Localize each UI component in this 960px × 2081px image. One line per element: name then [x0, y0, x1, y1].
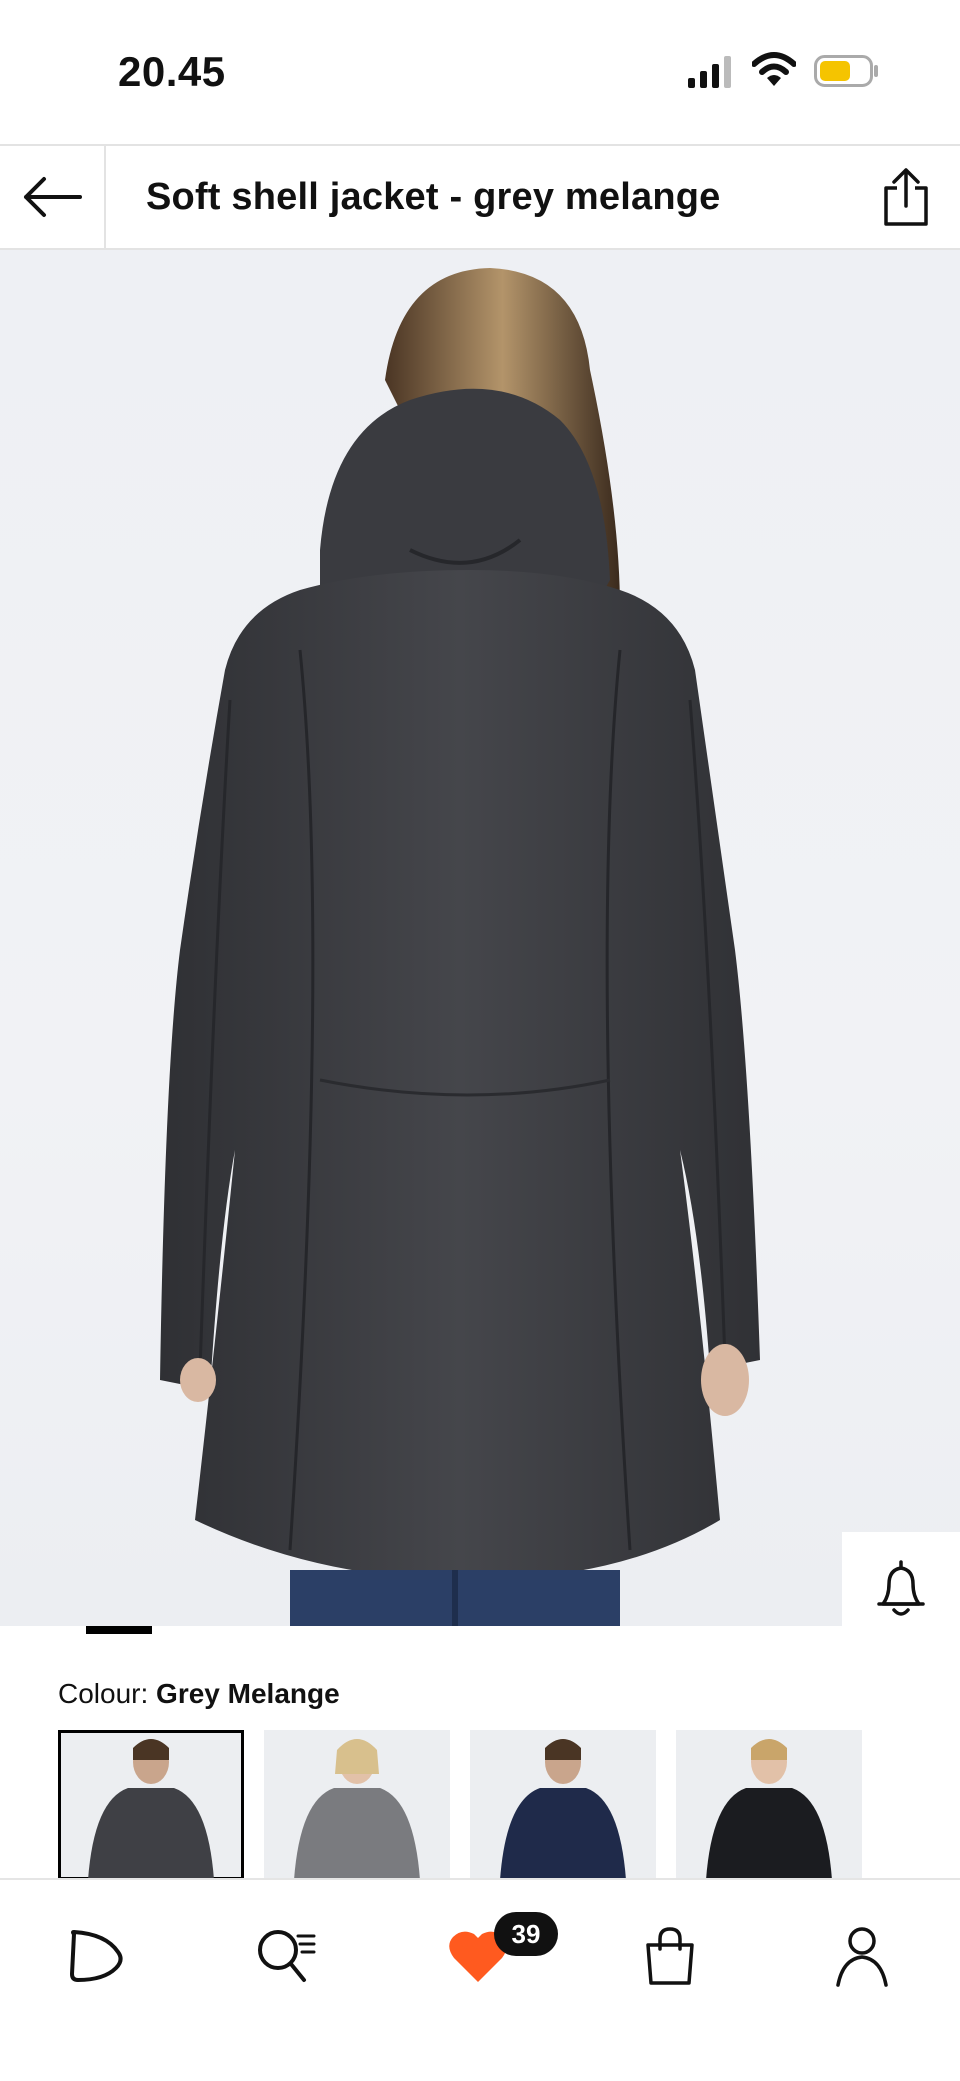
arrow-left-icon	[24, 177, 82, 217]
home-logo-icon	[70, 1930, 123, 1982]
swatch-light-grey[interactable]	[264, 1730, 450, 1880]
product-header: Soft shell jacket - grey melange	[0, 144, 960, 250]
stock-alert-button[interactable]	[842, 1532, 960, 1626]
swatch-grey-melange[interactable]	[58, 1730, 244, 1880]
nav-home[interactable]	[56, 1916, 136, 1996]
share-icon[interactable]	[880, 166, 932, 228]
status-time: 20.45	[118, 48, 226, 95]
swatch-image	[294, 1739, 420, 1880]
swatch-navy[interactable]	[470, 1730, 656, 1880]
carousel-progress-fill	[86, 1626, 152, 1634]
nav-profile[interactable]	[822, 1916, 902, 1996]
swatch-image	[500, 1739, 626, 1880]
image-carousel-progress	[86, 1626, 784, 1634]
favorites-count-badge: 39	[494, 1912, 558, 1956]
page-title: Soft shell jacket - grey melange	[146, 176, 721, 218]
colour-selector: Colour: Grey Melange	[0, 1634, 960, 1880]
status-bar: 20.45	[0, 0, 960, 144]
wifi-icon	[752, 52, 796, 86]
nav-bag[interactable]	[630, 1916, 710, 1996]
product-image[interactable]	[0, 250, 960, 1626]
search-icon	[258, 1930, 316, 1982]
nav-search[interactable]	[246, 1916, 326, 1996]
swatch-image	[88, 1739, 214, 1880]
bottom-navigation: 39	[0, 1878, 960, 2081]
shopping-bag-icon	[646, 1927, 694, 1985]
swatch-black[interactable]	[676, 1730, 862, 1880]
swatch-image	[706, 1739, 832, 1880]
back-button[interactable]	[0, 146, 106, 248]
product-photo	[160, 268, 760, 1626]
bell-icon	[877, 1560, 925, 1616]
colour-value: Grey Melange	[156, 1678, 340, 1709]
product-side-actions	[842, 1532, 960, 1626]
colour-label-prefix: Colour:	[58, 1678, 157, 1709]
battery-icon	[814, 55, 878, 87]
colour-swatches	[58, 1730, 862, 1880]
colour-label: Colour: Grey Melange	[58, 1678, 340, 1710]
profile-icon	[836, 1927, 888, 1987]
cellular-signal-icon	[688, 56, 731, 88]
